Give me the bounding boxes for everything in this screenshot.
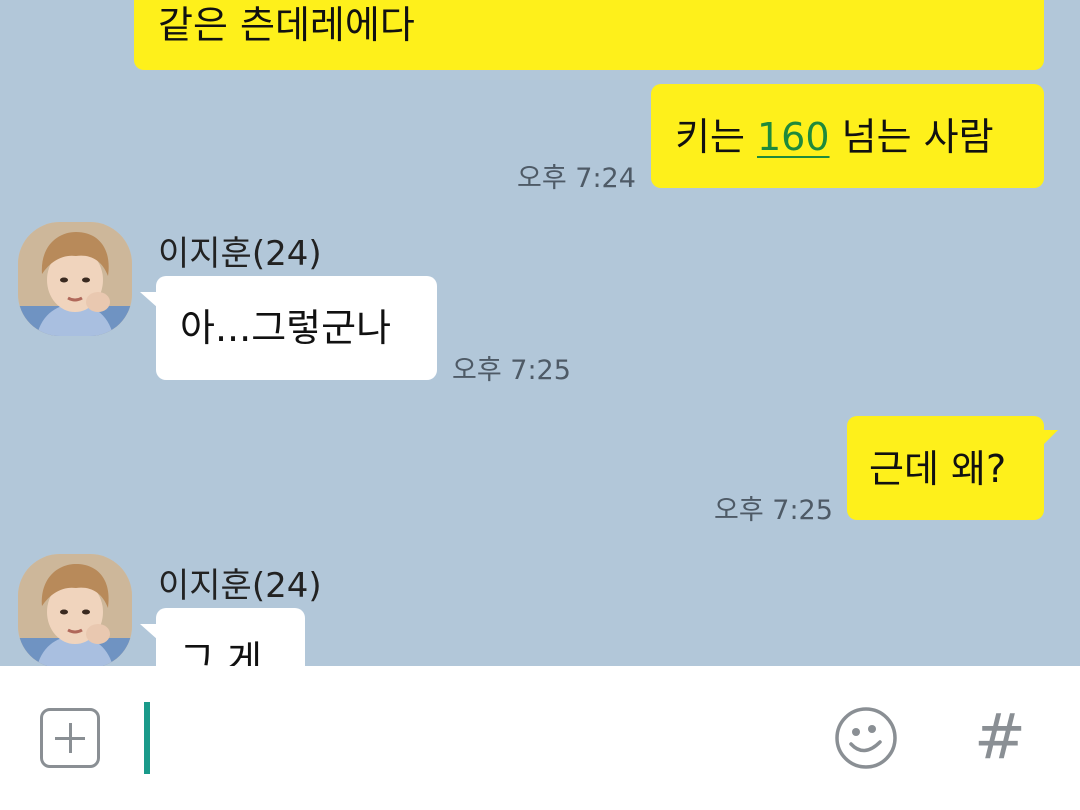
message-text: 아...그렇군나 (180, 306, 392, 350)
message-text: 같은 츤데레에다 (158, 3, 415, 47)
message-bubble-mine[interactable]: 근데 왜? (847, 416, 1044, 520)
text-cursor (144, 702, 150, 774)
message-text: 키는 160 넘는 사람 (675, 115, 994, 159)
add-attachment-button[interactable] (40, 708, 100, 768)
message-time: 오후 7:24 (517, 163, 636, 194)
message-time: 오후 7:25 (714, 495, 833, 526)
message-text: 근데 왜? (869, 447, 1007, 491)
emoticon-button[interactable] (834, 706, 898, 770)
message-time: 오후 7:25 (452, 355, 571, 386)
sender-name: 이지훈(24) (158, 234, 322, 274)
message-input-bar: # (0, 666, 1080, 810)
smiley-icon (835, 707, 897, 769)
avatar[interactable] (18, 222, 132, 336)
sender-name: 이지훈(24) (158, 566, 322, 606)
avatar[interactable] (18, 554, 132, 666)
chat-area[interactable]: 같은 츤데레에다 키는 160 넘는 사람 오후 7:24 이지훈(24) 아.… (0, 0, 1080, 666)
message-input[interactable] (160, 706, 804, 772)
hashtag-search-button[interactable]: # (972, 700, 1028, 774)
message-bubble-mine[interactable]: 같은 츤데레에다 (134, 0, 1044, 70)
message-text: 그 게 (180, 638, 262, 666)
message-bubble-theirs[interactable]: 아...그렇군나 (156, 276, 437, 380)
message-bubble-theirs[interactable]: 그 게 (156, 608, 305, 666)
profile-photo-icon (18, 554, 132, 666)
message-bubble-mine[interactable]: 키는 160 넘는 사람 (651, 84, 1044, 188)
profile-photo-icon (18, 222, 132, 336)
hashtag-icon: # (974, 700, 1026, 773)
bubble-tail (1042, 430, 1058, 446)
number-link[interactable]: 160 (757, 115, 830, 159)
